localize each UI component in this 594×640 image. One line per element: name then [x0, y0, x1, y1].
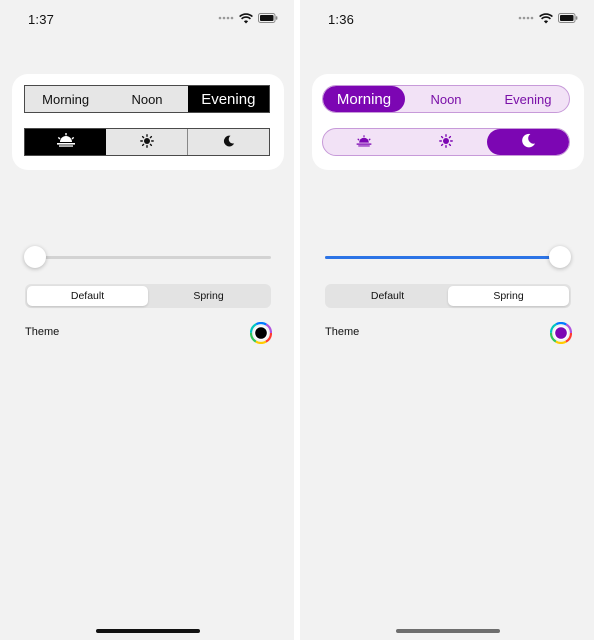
color-wheel-icon [249, 321, 273, 345]
home-indicator [396, 629, 500, 633]
segment-sun[interactable] [405, 129, 487, 155]
style-segmented-control: Default Spring [325, 284, 571, 308]
screen-styled: 1:36 Morning Noon Evening Default Spring… [300, 0, 594, 640]
segment-morning[interactable]: Morning [323, 86, 405, 112]
status-time: 1:36 [328, 12, 355, 27]
signal-dots-icon [518, 15, 534, 21]
wifi-icon [239, 12, 253, 24]
color-wheel-icon [549, 321, 573, 345]
sunrise-icon [55, 133, 77, 151]
segment-morning[interactable]: Morning [25, 86, 106, 112]
segment-label: Evening [201, 90, 256, 108]
status-icons [218, 12, 278, 24]
segment-noon[interactable]: Noon [106, 86, 187, 112]
theme-label: Theme [325, 326, 360, 338]
moon-icon [521, 133, 536, 152]
slider-track [25, 256, 271, 259]
segment-label: Default [370, 290, 405, 302]
segment-sunrise[interactable] [25, 129, 106, 155]
segment-evening[interactable]: Evening [487, 86, 569, 112]
segment-label: Evening [504, 91, 552, 107]
segment-label: Morning [336, 90, 392, 108]
status-time: 1:37 [28, 12, 55, 27]
icon-segmented-control [24, 128, 270, 156]
slider-thumb[interactable] [24, 246, 46, 268]
status-bar: 1:37 [0, 0, 294, 34]
segment-spring[interactable]: Spring [448, 286, 569, 306]
segment-default[interactable]: Default [327, 286, 448, 306]
segment-label: Spring [193, 290, 224, 302]
status-icons [518, 12, 578, 24]
screen-classic: 1:37 Morning Noon Evening Default Spring… [0, 0, 294, 640]
segment-label: Noon [131, 91, 163, 107]
period-segmented-control: Morning Noon Evening [322, 85, 570, 113]
icon-segmented-control [322, 128, 570, 156]
color-picker-button[interactable] [549, 321, 573, 345]
status-bar: 1:36 [300, 0, 594, 34]
time-of-day-card: Morning Noon Evening [12, 74, 284, 170]
period-segmented-control: Morning Noon Evening [24, 85, 270, 113]
moon-icon [223, 135, 235, 150]
segment-noon[interactable]: Noon [405, 86, 487, 112]
segment-moon[interactable] [187, 129, 269, 155]
home-indicator [96, 629, 200, 633]
battery-icon [558, 13, 578, 23]
segment-default[interactable]: Default [27, 286, 148, 306]
segment-evening[interactable]: Evening [187, 86, 269, 112]
segment-spring[interactable]: Spring [148, 286, 269, 306]
color-picker-button[interactable] [249, 321, 273, 345]
wifi-icon [539, 12, 553, 24]
sun-icon [439, 133, 453, 151]
time-of-day-card: Morning Noon Evening [312, 74, 584, 170]
segment-moon[interactable] [487, 129, 569, 155]
value-slider[interactable] [24, 246, 271, 268]
segment-sun[interactable] [106, 129, 187, 155]
segment-sunrise[interactable] [323, 129, 405, 155]
value-slider[interactable] [325, 246, 571, 268]
style-segmented-control: Default Spring [25, 284, 271, 308]
slider-thumb[interactable] [549, 246, 571, 268]
segment-label: Noon [430, 91, 462, 107]
sunrise-icon [355, 134, 373, 150]
theme-label: Theme [25, 326, 60, 338]
sun-icon [139, 133, 154, 151]
segment-label: Default [70, 290, 105, 302]
segment-label: Morning [42, 91, 90, 107]
signal-dots-icon [218, 15, 234, 21]
battery-icon [258, 13, 278, 23]
slider-fill [325, 256, 560, 259]
segment-label: Spring [493, 290, 524, 302]
